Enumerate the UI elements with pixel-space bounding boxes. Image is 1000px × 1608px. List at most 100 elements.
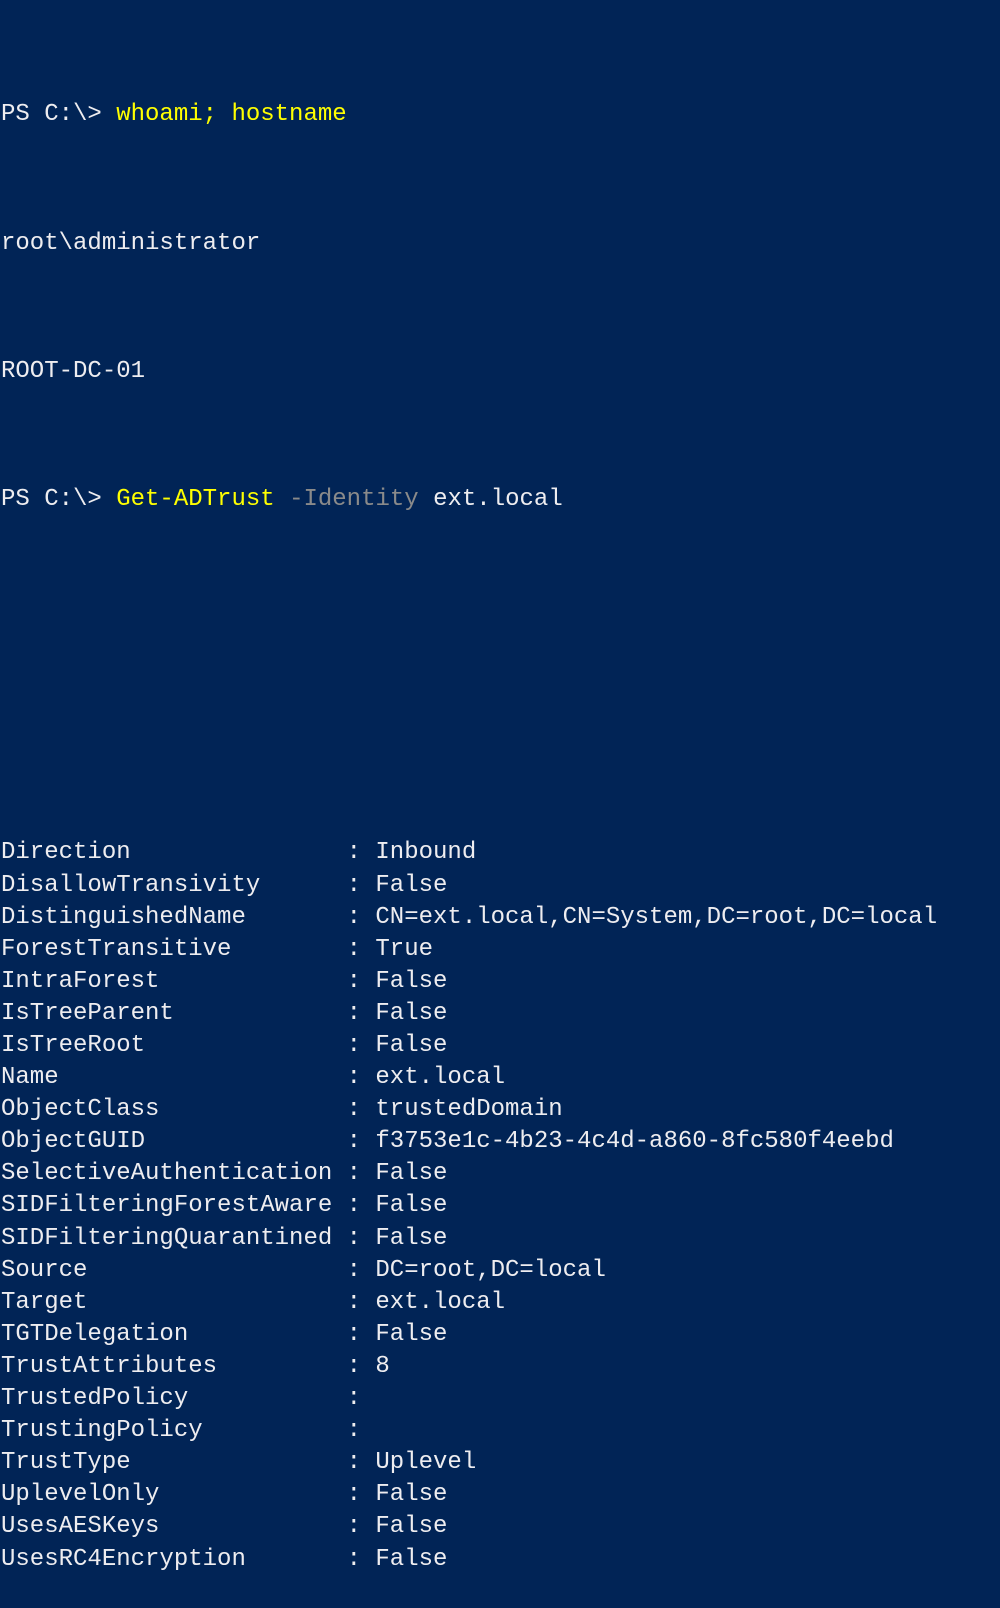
property-row: SIDFilteringForestAware: False <box>1 1190 1000 1222</box>
property-name: UsesRC4Encryption <box>1 1545 246 1573</box>
property-separator: : <box>346 1481 376 1509</box>
property-separator: : <box>346 1320 376 1348</box>
property-separator: : <box>346 1385 376 1413</box>
powershell-console[interactable]: PS C:\> whoami; hostname root\administra… <box>1 3 1000 1608</box>
property-separator: : <box>346 1032 376 1059</box>
property-value: False <box>375 1032 448 1059</box>
property-separator: : <box>346 967 376 995</box>
property-separator: : <box>346 999 376 1027</box>
command-text: whoami; hostname <box>116 101 347 129</box>
property-name: Source <box>1 1256 88 1284</box>
property-separator: : <box>346 1064 376 1092</box>
property-row: DistinguishedName: CN=ext.local,CN=Syste… <box>1 902 1000 934</box>
property-name: DisallowTransivity <box>1 871 261 899</box>
property-separator: : <box>346 1288 376 1316</box>
property-row: UplevelOnly: False <box>1 1479 1000 1511</box>
property-name: IsTreeParent <box>1 999 174 1027</box>
property-separator: : <box>346 1352 376 1380</box>
property-name: TrustingPolicy <box>1 1417 203 1445</box>
property-row: ObjectGUID: f3753e1c-4b23-4c4d-a860-8fc5… <box>1 1126 1000 1158</box>
property-value: False <box>375 967 448 995</box>
property-row: Source: DC=root,DC=local <box>1 1255 1000 1287</box>
property-row: TrustedPolicy: <box>1 1383 1000 1415</box>
property-value: False <box>375 1513 448 1541</box>
property-separator: : <box>346 903 376 931</box>
property-name: IsTreeRoot <box>1 1032 146 1059</box>
property-name: Name <box>1 1064 59 1092</box>
property-row: ObjectClass: trustedDomain <box>1 1094 1000 1126</box>
property-row: IntraForest: False <box>1 966 1000 998</box>
trust-property-list: Direction: Inbound DisallowTransivity: Fa… <box>1 837 1000 1575</box>
property-value: ext.local <box>375 1288 506 1316</box>
property-separator: : <box>346 935 376 963</box>
property-separator: : <box>346 1449 376 1477</box>
property-value: False <box>375 1224 448 1252</box>
command-line: PS C:\> Get-ADTrust -Identity ext.local <box>1 484 1000 516</box>
property-value: DC=root,DC=local <box>375 1256 606 1284</box>
property-name: SIDFilteringQuarantined <box>1 1224 333 1252</box>
property-value: Inbound <box>375 839 477 867</box>
property-separator: : <box>346 1545 376 1573</box>
property-separator: : <box>346 1417 376 1445</box>
property-row: Target: ext.local <box>1 1287 1000 1319</box>
property-value: Uplevel <box>375 1449 477 1477</box>
parameter-name: -Identity <box>289 486 419 514</box>
property-name: ObjectClass <box>1 1096 160 1124</box>
property-row: SelectiveAuthentication: False <box>1 1158 1000 1190</box>
property-name: IntraForest <box>1 967 160 995</box>
property-name: UsesAESKeys <box>1 1513 160 1541</box>
property-row: SIDFilteringQuarantined: False <box>1 1223 1000 1255</box>
command-line: PS C:\> whoami; hostname <box>1 99 1000 131</box>
property-name: SIDFilteringForestAware <box>1 1192 333 1220</box>
prompt: PS C:\> <box>1 486 117 514</box>
property-row: IsTreeParent: False <box>1 998 1000 1030</box>
property-row: TrustAttributes: 8 <box>1 1351 1000 1383</box>
property-row: ForestTransitive: True <box>1 934 1000 966</box>
property-row: Direction: Inbound <box>1 837 1000 869</box>
property-value: 8 <box>375 1352 390 1380</box>
property-value: False <box>375 871 448 899</box>
cmdlet-name: Get-ADTrust <box>116 486 275 514</box>
property-name: TrustedPolicy <box>1 1385 189 1413</box>
parameter-argument: ext.local <box>433 486 563 514</box>
property-value: False <box>375 1481 448 1509</box>
property-separator: : <box>346 1224 376 1252</box>
property-value: CN=ext.local,CN=System,DC=root,DC=local <box>375 903 938 931</box>
property-separator: : <box>346 871 376 899</box>
property-separator: : <box>346 1192 376 1220</box>
prompt: PS C:\> <box>1 101 117 129</box>
property-name: Target <box>1 1288 88 1316</box>
output-line-hostname: ROOT-DC-01 <box>1 358 146 386</box>
property-row: Name: ext.local <box>1 1062 1000 1094</box>
property-separator: : <box>346 1256 376 1284</box>
property-row: TrustingPolicy: <box>1 1415 1000 1447</box>
property-value: ext.local <box>375 1064 506 1092</box>
property-name: ObjectGUID <box>1 1128 146 1156</box>
property-name: ForestTransitive <box>1 935 232 963</box>
property-value: False <box>375 1545 448 1573</box>
property-name: SelectiveAuthentication <box>1 1160 333 1188</box>
property-value: False <box>375 1160 448 1188</box>
property-row: UsesAESKeys: False <box>1 1511 1000 1543</box>
property-name: TGTDelegation <box>1 1320 189 1348</box>
property-separator: : <box>346 1128 376 1156</box>
property-value: True <box>375 935 434 963</box>
property-value: False <box>375 1320 448 1348</box>
property-row: IsTreeRoot: False <box>1 1030 1000 1062</box>
property-row: DisallowTransivity: False <box>1 870 1000 902</box>
output-line-whoami: root\administrator <box>1 229 261 257</box>
property-separator: : <box>346 839 376 867</box>
property-separator: : <box>346 1160 376 1188</box>
property-value: trustedDomain <box>375 1096 563 1124</box>
property-name: TrustAttributes <box>1 1352 218 1380</box>
property-separator: : <box>346 1096 376 1124</box>
property-value: False <box>375 1192 448 1220</box>
property-name: Direction <box>1 839 131 867</box>
property-row: UsesRC4Encryption: False <box>1 1544 1000 1576</box>
property-name: UplevelOnly <box>1 1481 160 1509</box>
property-name: DistinguishedName <box>1 903 246 931</box>
